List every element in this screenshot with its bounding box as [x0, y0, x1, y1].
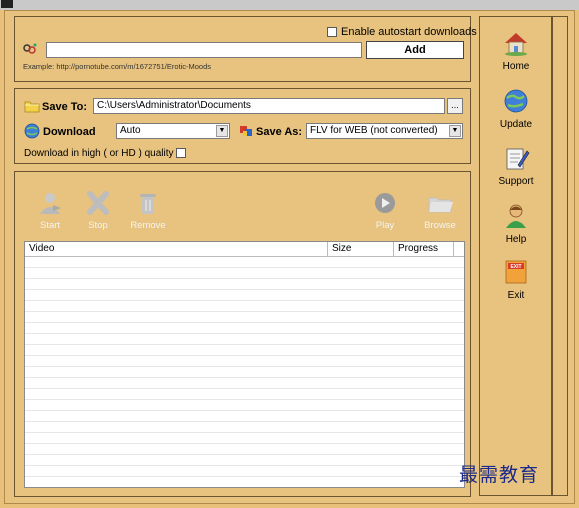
download-globe-icon: [24, 123, 40, 139]
sidebar-label-support: Support: [498, 176, 534, 187]
start-button[interactable]: Start: [28, 191, 72, 231]
autostart-label: Enable autostart downloads: [341, 26, 477, 38]
chevron-down-icon[interactable]: ▼: [216, 125, 228, 137]
title-bar: [0, 0, 579, 10]
help-person-icon: [506, 204, 526, 228]
example-hint: Example: http://pornotube.com/m/1672751/…: [23, 62, 212, 71]
autostart-checkbox[interactable]: [327, 27, 337, 37]
hd-quality-label: Download in high ( or HD ) quality: [24, 148, 174, 159]
remove-label: Remove: [130, 220, 166, 231]
sidebar-item-update[interactable]: Update: [484, 88, 548, 130]
app-icon: [1, 0, 13, 8]
autostart-option[interactable]: Enable autostart downloads: [327, 26, 477, 38]
add-button[interactable]: Add: [366, 41, 464, 59]
chevron-down-icon[interactable]: ▼: [449, 125, 461, 137]
support-notepad-icon: [506, 148, 530, 170]
stop-button[interactable]: Stop: [76, 191, 120, 231]
svg-text:EXIT: EXIT: [510, 264, 521, 270]
url-input[interactable]: [46, 42, 362, 58]
browse-button[interactable]: Browse: [418, 191, 462, 231]
table-rows-empty: [25, 257, 464, 487]
start-label: Start: [39, 220, 61, 231]
stop-x-icon: [87, 191, 109, 215]
column-header-size[interactable]: Size: [328, 242, 394, 256]
column-header-video[interactable]: Video: [25, 242, 328, 256]
format-value: FLV for WEB (not converted): [310, 125, 438, 136]
download-label: Download: [43, 126, 96, 138]
sidebar-item-home[interactable]: Home: [484, 30, 548, 72]
save-as-label: Save As:: [256, 126, 303, 138]
watermark-text: 最需教育: [459, 464, 540, 486]
sidebar-item-help[interactable]: Help: [484, 203, 548, 245]
trash-can-icon: [140, 194, 156, 214]
link-chain-icon: [23, 43, 37, 54]
start-person-icon: [40, 193, 61, 214]
downloads-table[interactable]: Video Size Progress: [24, 241, 465, 488]
exit-sign-icon: EXIT: [505, 260, 527, 284]
remove-button[interactable]: Remove: [126, 191, 170, 231]
sidebar-item-support[interactable]: Support: [484, 145, 548, 187]
folder-browse-icon: [428, 197, 453, 213]
save-to-label: Save To:: [42, 101, 88, 113]
format-select[interactable]: FLV for WEB (not converted) ▼: [306, 123, 463, 139]
home-icon: [505, 33, 527, 56]
hd-quality-checkbox[interactable]: [176, 148, 186, 158]
sidebar-label-home: Home: [502, 61, 530, 72]
file-format-icon: [240, 126, 252, 136]
sidebar-item-exit[interactable]: EXIT Exit: [484, 259, 548, 301]
globe-update-icon: [504, 89, 528, 113]
sidebar-label-exit: Exit: [507, 290, 525, 301]
browse-label: Browse: [424, 220, 456, 231]
play-icon: [375, 193, 395, 213]
play-button[interactable]: Play: [363, 191, 407, 231]
browse-folder-button[interactable]: ...: [447, 98, 463, 114]
download-quality-value: Auto: [120, 125, 141, 136]
sidebar-label-update: Update: [499, 119, 533, 130]
folder-icon: [24, 101, 40, 113]
save-path-input[interactable]: C:\Users\Administrator\Documents: [93, 98, 445, 114]
play-label: Play: [375, 220, 395, 231]
column-header-progress[interactable]: Progress: [394, 242, 454, 256]
download-quality-select[interactable]: Auto ▼: [116, 123, 230, 139]
table-header: Video Size Progress: [25, 242, 464, 257]
sidebar-edge: [552, 16, 568, 496]
sidebar-label-help: Help: [505, 234, 527, 245]
stop-label: Stop: [88, 220, 108, 231]
